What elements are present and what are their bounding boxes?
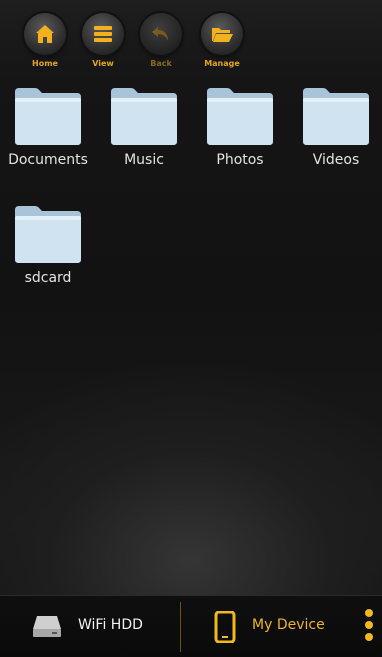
manage-button-label: Manage <box>204 59 240 68</box>
folder-documents[interactable]: Documents <box>0 84 96 194</box>
home-button[interactable]: Home <box>15 13 75 75</box>
folder-icon <box>15 206 81 263</box>
folder-videos[interactable]: Videos <box>288 84 382 194</box>
home-button-circle <box>24 13 66 55</box>
folder-music[interactable]: Music <box>96 84 192 194</box>
folder-icon <box>15 88 81 145</box>
more-vertical-icon[interactable] <box>362 609 376 649</box>
phone-icon <box>214 611 236 643</box>
bottom-tab-bar: WiFi HDD My Device <box>0 595 382 657</box>
top-toolbar: Home View Back Manage <box>0 0 382 80</box>
folder-name: Videos <box>312 152 360 168</box>
folder-name: sdcard <box>24 270 72 286</box>
tab-divider <box>180 602 181 652</box>
home-icon <box>36 25 54 43</box>
home-button-label: Home <box>32 59 58 68</box>
back-button[interactable]: Back <box>131 13 191 75</box>
back-button-circle <box>140 13 182 55</box>
view-button[interactable]: View <box>73 13 133 75</box>
tab-wifi-hdd[interactable]: WiFi HDD <box>0 596 180 657</box>
folder-icon <box>207 88 273 145</box>
folder-open-icon <box>212 28 233 42</box>
file-manager-screen: Home View Back Manage Documents Music Ph… <box>0 0 382 657</box>
manage-button[interactable]: Manage <box>192 13 252 75</box>
tab-wifi-hdd-label: WiFi HDD <box>78 617 143 633</box>
folder-photos[interactable]: Photos <box>192 84 288 194</box>
view-button-circle <box>82 13 124 55</box>
folder-sdcard[interactable]: sdcard <box>0 202 96 312</box>
manage-button-circle <box>201 13 243 55</box>
overflow-dot <box>365 609 373 617</box>
overflow-dot <box>365 621 373 629</box>
list-icon <box>94 26 112 42</box>
tab-my-device-label: My Device <box>252 617 325 633</box>
folder-icon <box>303 88 369 145</box>
overflow-dot <box>365 633 373 641</box>
back-arrow-icon <box>152 27 168 41</box>
back-button-label: Back <box>150 59 172 68</box>
view-button-label: View <box>92 59 114 68</box>
tab-my-device[interactable]: My Device <box>182 596 350 657</box>
folder-icon <box>111 88 177 145</box>
hard-drive-icon <box>33 616 61 637</box>
